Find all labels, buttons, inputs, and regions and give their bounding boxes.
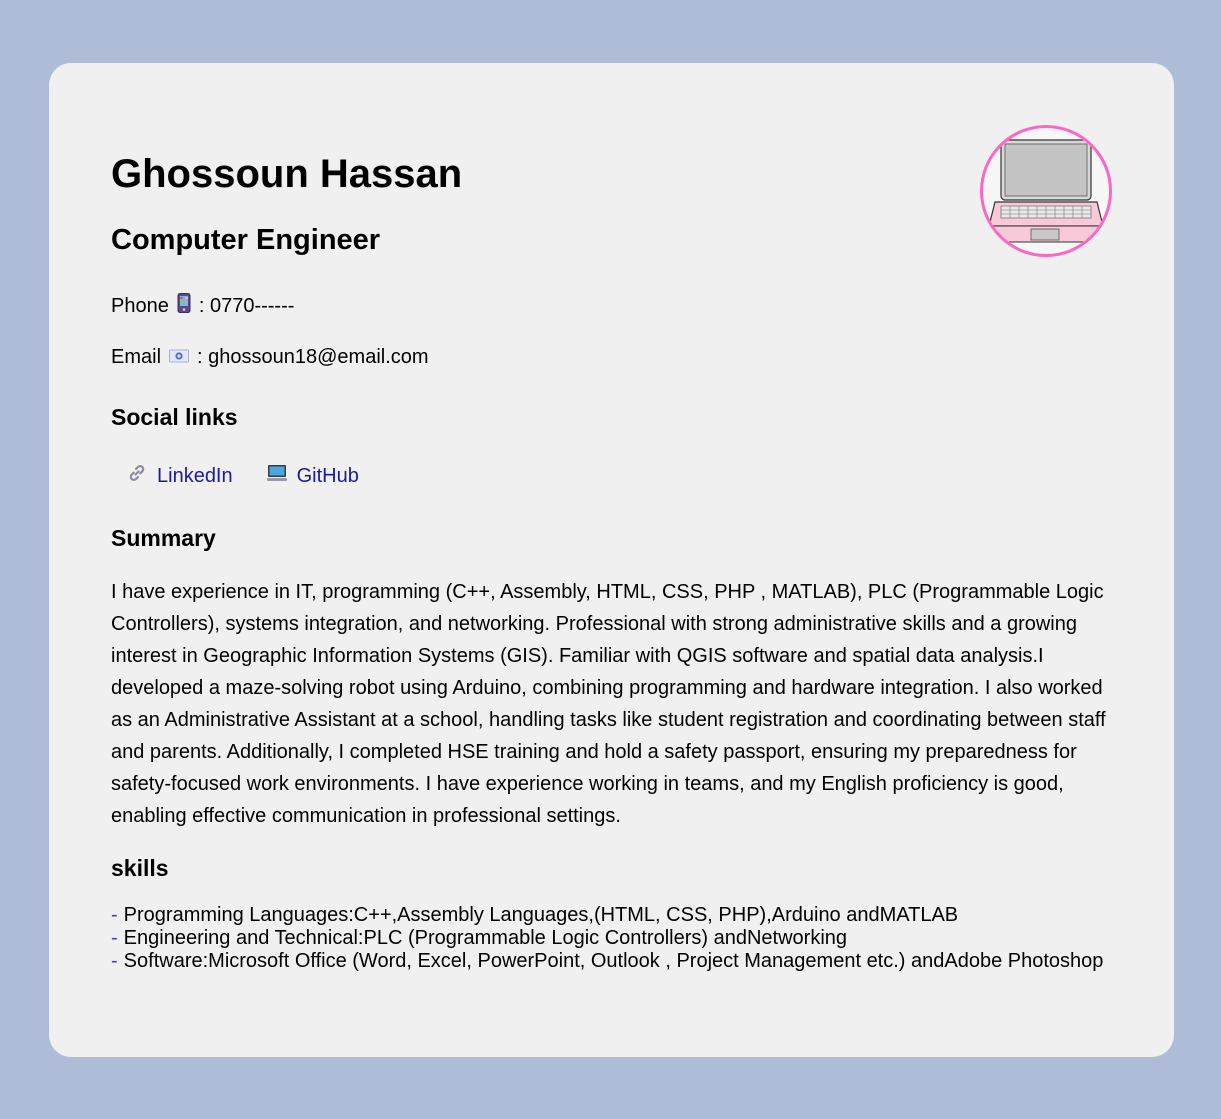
computer-icon: [266, 463, 287, 489]
social-links: LinkedIn GitHub: [127, 463, 393, 489]
list-item: - Software:Microsoft Office (Word, Excel,…: [111, 950, 1103, 973]
profile-avatar: [980, 125, 1112, 257]
bullet-dash: -: [111, 950, 118, 972]
social-links-heading: Social links: [111, 404, 238, 430]
laptop-icon: [988, 139, 1104, 243]
resume-card: Ghossoun Hassan Computer Engineer Phone …: [49, 63, 1174, 1057]
email-label: Email: [111, 346, 162, 368]
linkedin-label: LinkedIn: [157, 465, 233, 487]
mobile-phone-icon: [177, 293, 191, 319]
bullet-dash: -: [111, 927, 118, 949]
summary-heading: Summary: [111, 525, 216, 551]
skills-heading: skills: [111, 855, 169, 881]
link-icon: [127, 463, 147, 489]
list-item: - Engineering and Technical:PLC (Programm…: [111, 927, 1103, 950]
person-name: Ghossoun Hassan: [111, 152, 463, 196]
phone-row: Phone : 0770------: [111, 293, 294, 319]
skill-text: Engineering and Technical:PLC (Programma…: [123, 927, 848, 949]
github-link[interactable]: GitHub: [266, 463, 359, 489]
skill-text: Programming Languages:C++,Assembly Langu…: [123, 904, 959, 926]
email-row: Email : ghossoun18@email.com: [111, 345, 429, 369]
list-item: - Programming Languages:C++,Assembly Lang…: [111, 904, 1103, 927]
phone-value: : 0770------: [198, 295, 295, 317]
phone-label: Phone: [111, 295, 169, 317]
linkedin-link[interactable]: LinkedIn: [127, 463, 233, 489]
skill-text: Software:Microsoft Office (Word, Excel, …: [123, 950, 1104, 972]
email-icon: [169, 345, 190, 369]
job-title: Computer Engineer: [111, 224, 381, 256]
github-label: GitHub: [296, 465, 359, 487]
bullet-dash: -: [111, 904, 118, 926]
summary-text: I have experience in IT, programming (C+…: [111, 581, 1106, 827]
skills-list: - Programming Languages:C++,Assembly Lang…: [111, 904, 1103, 973]
email-value[interactable]: : ghossoun18@email.com: [197, 345, 429, 369]
